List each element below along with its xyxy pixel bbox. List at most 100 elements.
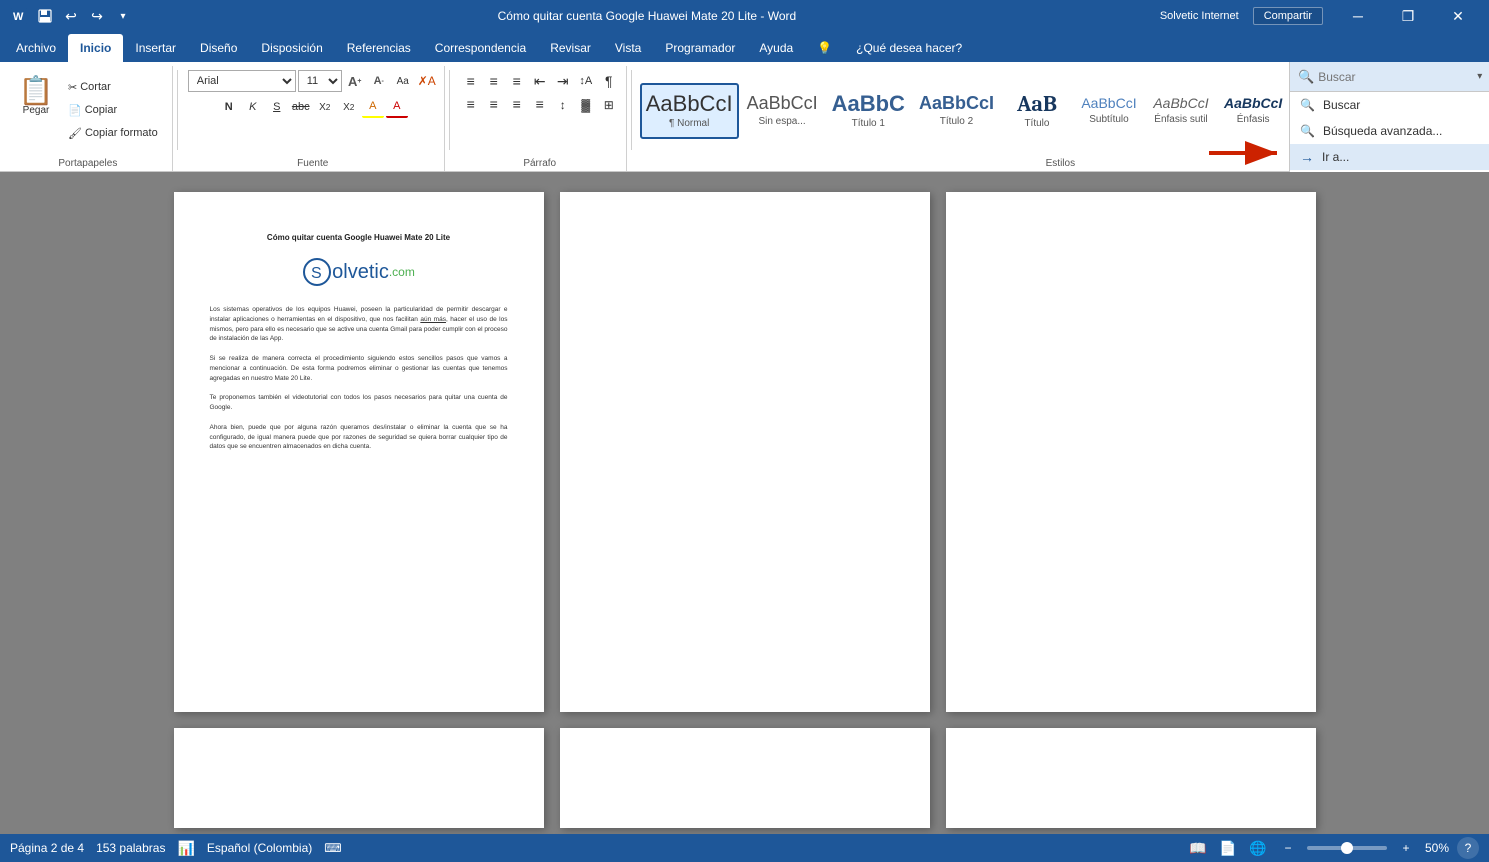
borders-button[interactable]: ⊞ — [598, 94, 620, 116]
style-no-space[interactable]: AaBbCcI Sin espa... — [741, 83, 824, 139]
tab-referencias[interactable]: Referencias — [335, 34, 423, 62]
svg-text:S: S — [311, 265, 322, 282]
bullets-button[interactable]: ≡ — [460, 70, 482, 92]
line-spacing-button[interactable]: ↕ — [552, 94, 574, 116]
decrease-font-button[interactable]: A- — [368, 70, 390, 92]
font-color-button[interactable]: A — [386, 96, 408, 118]
language-label[interactable]: Español (Colombia) — [207, 841, 312, 855]
zoom-out-button[interactable]: − — [1277, 837, 1299, 859]
multilevel-button[interactable]: ≡ — [506, 70, 528, 92]
italic-button[interactable]: K — [242, 96, 264, 118]
underline-button[interactable]: S — [266, 96, 288, 118]
tab-archivo[interactable]: Archivo — [4, 34, 68, 62]
page-6 — [946, 728, 1316, 828]
superscript-button[interactable]: X2 — [338, 96, 360, 118]
search-goto-item[interactable]: → Ir a... — [1290, 144, 1489, 170]
zoom-thumb — [1341, 842, 1353, 854]
tab-ayuda[interactable]: Ayuda — [747, 34, 805, 62]
tab-revisar[interactable]: Revisar — [538, 34, 603, 62]
solvetic-circle-icon: S — [302, 257, 332, 287]
align-right-button[interactable]: ≡ — [506, 94, 528, 116]
quick-access-toolbar: W ↩ ↪ ▾ — [8, 5, 134, 27]
increase-font-button[interactable]: A+ — [344, 70, 366, 92]
font-size-select[interactable]: 11 — [298, 70, 342, 92]
justify-button[interactable]: ≡ — [529, 94, 551, 116]
show-marks-button[interactable]: ¶ — [598, 70, 620, 92]
tab-ideas[interactable]: 💡 — [805, 34, 844, 62]
tab-diseno[interactable]: Diseño — [188, 34, 249, 62]
search-panel: 🔍 ▾ 🔍 Buscar 🔍 Búsqueda avanzada... → Ir… — [1289, 62, 1489, 172]
tab-disposicion[interactable]: Disposición — [249, 34, 334, 62]
status-right: 📖 📄 🌐 − + 50% ? — [1187, 837, 1479, 859]
solvetic-logo-container: S olvetic .com — [302, 257, 415, 287]
fuente-label: Fuente — [188, 155, 438, 171]
shading-button[interactable]: ▓ — [575, 94, 597, 116]
search-icon: 🔍 — [1298, 69, 1314, 85]
subscript-button[interactable]: X2 — [314, 96, 336, 118]
tab-correspondencia[interactable]: Correspondencia — [423, 34, 538, 62]
svg-text:W: W — [13, 11, 24, 23]
word-count: 153 palabras — [96, 841, 165, 855]
web-layout-button[interactable]: 🌐 — [1247, 837, 1269, 859]
bold-button[interactable]: N — [218, 96, 240, 118]
share-button[interactable]: Compartir — [1253, 7, 1323, 25]
change-case-button[interactable]: Aa — [392, 70, 414, 92]
read-mode-button[interactable]: 📖 — [1187, 837, 1209, 859]
document-title: Cómo quitar cuenta Google Huawei Mate 20… — [210, 232, 508, 243]
paragraph-2: Si se realiza de manera correcta el proc… — [210, 354, 508, 383]
fuente-group: Arial 11 A+ A- Aa ✗A N K S abc X2 X2 A A — [182, 66, 445, 171]
tab-insertar[interactable]: Insertar — [123, 34, 188, 62]
redo-button[interactable]: ↪ — [86, 5, 108, 27]
style-heading2[interactable]: AaBbCcI Título 2 — [913, 83, 1000, 139]
tab-que-desea[interactable]: ¿Qué desea hacer? — [844, 34, 974, 62]
zoom-in-button[interactable]: + — [1395, 837, 1417, 859]
style-normal[interactable]: AaBbCcI ¶ Normal — [640, 83, 739, 139]
style-heading1[interactable]: AaBbC Título 1 — [826, 83, 911, 139]
save-button[interactable] — [34, 5, 56, 27]
style-title[interactable]: AaB Título — [1002, 83, 1072, 139]
help-button[interactable]: ? — [1457, 837, 1479, 859]
style-subtle-emphasis[interactable]: AaBbCcI Énfasis sutil — [1146, 83, 1216, 139]
tab-inicio[interactable]: Inicio — [68, 34, 123, 62]
minimize-button[interactable]: ─ — [1335, 0, 1381, 32]
style-emphasis[interactable]: AaBbCcI Énfasis — [1218, 83, 1288, 139]
align-left-button[interactable]: ≡ — [460, 94, 482, 116]
print-layout-button[interactable]: 📄 — [1217, 837, 1239, 859]
clear-format-button[interactable]: ✗A — [416, 70, 438, 92]
page-5 — [560, 728, 930, 828]
paragraph-3: Te proponemos también el videotutorial c… — [210, 393, 508, 413]
cut-button[interactable]: ✂ Cortar — [62, 76, 164, 98]
numbering-button[interactable]: ≡ — [483, 70, 505, 92]
search-panel-header: 🔍 ▾ — [1290, 62, 1489, 92]
divider-3 — [631, 70, 632, 150]
ribbon-tabs: Archivo Inicio Insertar Diseño Disposici… — [0, 32, 1489, 62]
paragraph-1: Los sistemas operativos de los equipos H… — [210, 305, 508, 344]
search-advanced-item[interactable]: 🔍 Búsqueda avanzada... — [1290, 118, 1489, 144]
font-family-select[interactable]: Arial — [188, 70, 296, 92]
language-icon[interactable]: ⌨ — [324, 841, 341, 855]
strikethrough-button[interactable]: abc — [290, 96, 312, 118]
copy-format-button[interactable]: 🖌 Copiar formato — [62, 122, 164, 144]
close-button[interactable]: ✕ — [1435, 0, 1481, 32]
title-bar-controls: Solvetic Internet Compartir ─ ❐ ✕ — [1160, 0, 1481, 32]
word-count-icon[interactable]: 📊 — [177, 840, 194, 857]
decrease-indent-button[interactable]: ⇤ — [529, 70, 551, 92]
portapapeles-group: 📋 Pegar ✂ Cortar 📄 Copiar 🖌 Copiar forma… — [4, 66, 173, 171]
copy-button[interactable]: 📄 Copiar — [62, 99, 164, 121]
tab-programador[interactable]: Programador — [653, 34, 747, 62]
sort-button[interactable]: ↕A — [575, 70, 597, 92]
increase-indent-button[interactable]: ⇥ — [552, 70, 574, 92]
restore-button[interactable]: ❐ — [1385, 0, 1431, 32]
customize-qat-button[interactable]: ▾ — [112, 5, 134, 27]
paste-button[interactable]: 📋 Pegar — [12, 70, 60, 122]
undo-button[interactable]: ↩ — [60, 5, 82, 27]
window-title: Cómo quitar cuenta Google Huawei Mate 20… — [134, 9, 1160, 23]
search-dropdown-button[interactable]: ▾ — [1477, 71, 1482, 82]
align-center-button[interactable]: ≡ — [483, 94, 505, 116]
search-input[interactable] — [1318, 70, 1473, 84]
search-buscar-item[interactable]: 🔍 Buscar — [1290, 92, 1489, 118]
zoom-slider[interactable] — [1307, 846, 1387, 850]
text-highlight-button[interactable]: A — [362, 96, 384, 118]
style-subtitle[interactable]: AaBbCcI Subtítulo — [1074, 83, 1144, 139]
tab-vista[interactable]: Vista — [603, 34, 653, 62]
